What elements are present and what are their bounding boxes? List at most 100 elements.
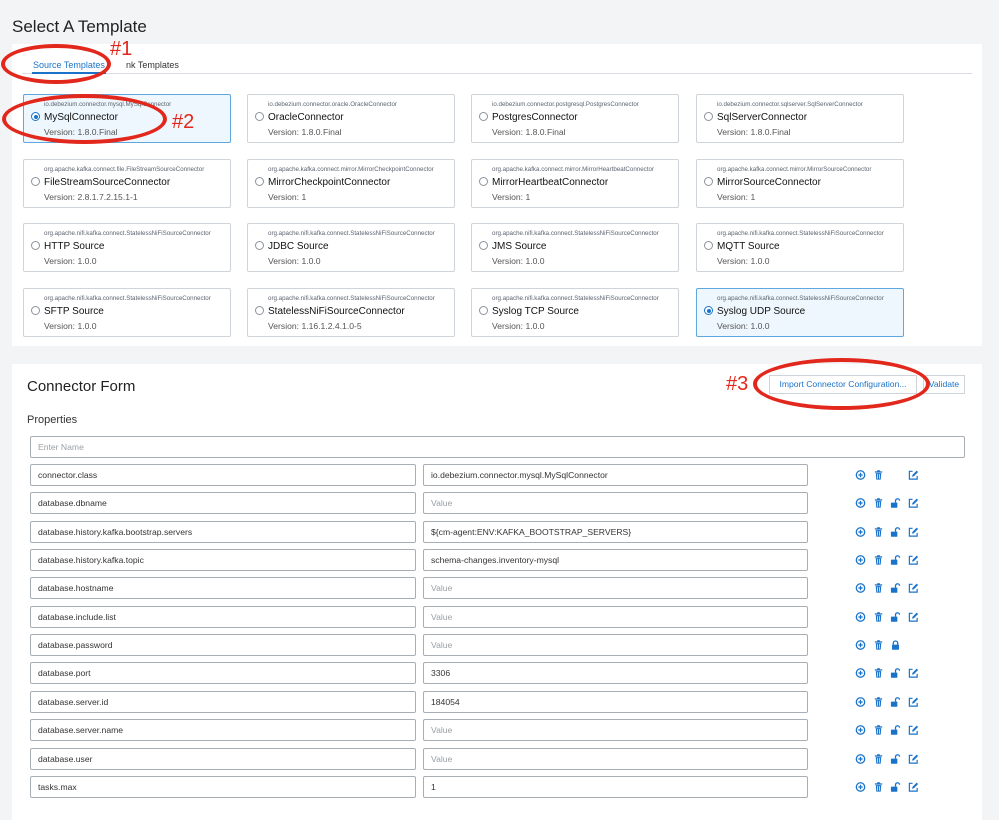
property-key-input[interactable]	[30, 577, 416, 600]
property-key-input[interactable]	[30, 690, 416, 713]
edit-icon[interactable]	[908, 469, 919, 481]
property-key-input[interactable]	[30, 605, 416, 628]
template-card[interactable]: org.apache.nifi.kafka.connect.StatelessN…	[471, 223, 679, 272]
trash-icon[interactable]	[873, 469, 884, 481]
property-value-input[interactable]	[423, 577, 808, 600]
property-key-input[interactable]	[30, 464, 416, 486]
property-value-input[interactable]	[423, 634, 808, 657]
add-circle-icon[interactable]	[855, 667, 866, 679]
trash-icon[interactable]	[873, 781, 884, 793]
unlock-icon[interactable]	[890, 724, 901, 736]
template-radio[interactable]	[479, 112, 488, 121]
template-radio[interactable]	[704, 177, 713, 186]
property-key-input[interactable]	[30, 775, 416, 798]
property-key-input[interactable]	[30, 520, 416, 543]
template-card[interactable]: org.apache.kafka.connect.mirror.MirrorHe…	[471, 159, 679, 208]
unlock-icon[interactable]	[890, 582, 901, 594]
connector-name-input[interactable]	[30, 436, 965, 458]
property-value-input[interactable]	[423, 549, 808, 572]
property-value-input[interactable]	[423, 520, 808, 543]
template-card[interactable]: org.apache.nifi.kafka.connect.StatelessN…	[247, 223, 455, 272]
property-value-input[interactable]	[423, 492, 808, 515]
property-key-input[interactable]	[30, 634, 416, 657]
unlock-icon[interactable]	[890, 611, 901, 623]
template-card[interactable]: io.debezium.connector.sqlserver.SqlServe…	[696, 94, 904, 143]
add-circle-icon[interactable]	[855, 781, 866, 793]
template-radio[interactable]	[704, 306, 713, 315]
add-circle-icon[interactable]	[855, 582, 866, 594]
property-value-input[interactable]	[423, 719, 808, 742]
add-circle-icon[interactable]	[855, 611, 866, 623]
template-radio[interactable]	[255, 241, 264, 250]
trash-icon[interactable]	[873, 582, 884, 594]
edit-icon[interactable]	[908, 696, 919, 708]
trash-icon[interactable]	[873, 724, 884, 736]
edit-icon[interactable]	[908, 611, 919, 623]
add-circle-icon[interactable]	[855, 469, 866, 481]
template-radio[interactable]	[31, 306, 40, 315]
lock-icon[interactable]	[890, 639, 901, 651]
unlock-icon[interactable]	[890, 526, 901, 538]
template-radio[interactable]	[255, 177, 264, 186]
trash-icon[interactable]	[873, 497, 884, 509]
edit-icon[interactable]	[908, 781, 919, 793]
add-circle-icon[interactable]	[855, 526, 866, 538]
template-radio[interactable]	[479, 241, 488, 250]
property-value-input[interactable]	[423, 690, 808, 713]
template-radio[interactable]	[255, 306, 264, 315]
template-card[interactable]: org.apache.nifi.kafka.connect.StatelessN…	[696, 223, 904, 272]
unlock-icon[interactable]	[890, 753, 901, 765]
property-value-input[interactable]	[423, 605, 808, 628]
edit-icon[interactable]	[908, 582, 919, 594]
unlock-icon[interactable]	[890, 554, 901, 566]
add-circle-icon[interactable]	[855, 639, 866, 651]
unlock-icon[interactable]	[890, 781, 901, 793]
edit-icon[interactable]	[908, 724, 919, 736]
edit-icon[interactable]	[908, 667, 919, 679]
template-card[interactable]: org.apache.nifi.kafka.connect.StatelessN…	[23, 223, 231, 272]
trash-icon[interactable]	[873, 526, 884, 538]
property-value-input[interactable]	[423, 662, 808, 685]
edit-icon[interactable]	[908, 526, 919, 538]
template-card[interactable]: io.debezium.connector.oracle.OracleConne…	[247, 94, 455, 143]
template-card[interactable]: org.apache.nifi.kafka.connect.StatelessN…	[247, 288, 455, 337]
template-card[interactable]: io.debezium.connector.postgresql.Postgre…	[471, 94, 679, 143]
property-key-input[interactable]	[30, 662, 416, 685]
unlock-icon[interactable]	[890, 667, 901, 679]
template-card[interactable]: org.apache.nifi.kafka.connect.StatelessN…	[23, 288, 231, 337]
add-circle-icon[interactable]	[855, 696, 866, 708]
add-circle-icon[interactable]	[855, 554, 866, 566]
template-card[interactable]: org.apache.kafka.connect.mirror.MirrorSo…	[696, 159, 904, 208]
edit-icon[interactable]	[908, 554, 919, 566]
add-circle-icon[interactable]	[855, 497, 866, 509]
property-key-input[interactable]	[30, 747, 416, 770]
trash-icon[interactable]	[873, 667, 884, 679]
property-value-input[interactable]	[423, 464, 808, 486]
template-radio[interactable]	[704, 241, 713, 250]
property-value-input[interactable]	[423, 747, 808, 770]
unlock-icon[interactable]	[890, 497, 901, 509]
add-circle-icon[interactable]	[855, 753, 866, 765]
property-key-input[interactable]	[30, 549, 416, 572]
edit-icon[interactable]	[908, 753, 919, 765]
unlock-icon[interactable]	[890, 696, 901, 708]
trash-icon[interactable]	[873, 639, 884, 651]
template-radio[interactable]	[479, 306, 488, 315]
template-card[interactable]: org.apache.kafka.connect.file.FileStream…	[23, 159, 231, 208]
template-radio[interactable]	[31, 177, 40, 186]
property-value-input[interactable]	[423, 775, 808, 798]
template-card[interactable]: org.apache.nifi.kafka.connect.StatelessN…	[696, 288, 904, 337]
property-key-input[interactable]	[30, 719, 416, 742]
add-circle-icon[interactable]	[855, 724, 866, 736]
trash-icon[interactable]	[873, 753, 884, 765]
trash-icon[interactable]	[873, 554, 884, 566]
template-radio[interactable]	[479, 177, 488, 186]
template-card[interactable]: org.apache.kafka.connect.mirror.MirrorCh…	[247, 159, 455, 208]
template-radio[interactable]	[704, 112, 713, 121]
tab-sink-templates[interactable]: nk Templates	[126, 60, 179, 70]
trash-icon[interactable]	[873, 696, 884, 708]
template-card[interactable]: org.apache.nifi.kafka.connect.StatelessN…	[471, 288, 679, 337]
template-radio[interactable]	[255, 112, 264, 121]
template-radio[interactable]	[31, 241, 40, 250]
trash-icon[interactable]	[873, 611, 884, 623]
